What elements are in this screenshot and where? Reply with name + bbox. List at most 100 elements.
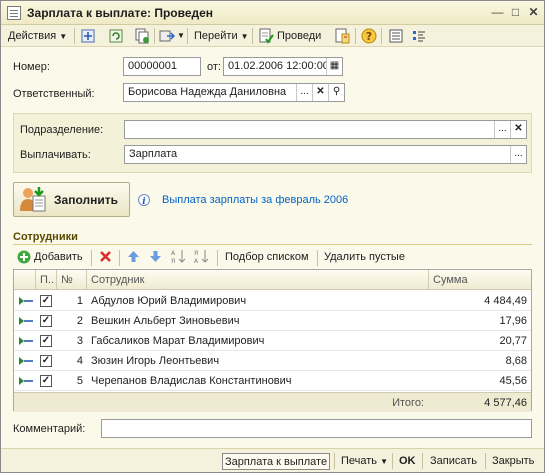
table-row[interactable]: ✓ 2 Вешкин Альберт Зиновьевич 17,96 [14,311,531,331]
search-icon[interactable]: ⚲ [328,84,344,101]
bottom-bar: Зарплата к выплате Печать ▼ OK Записать … [1,448,544,472]
total-value: 4 577,46 [484,397,527,409]
responsible-value: Борисова Надежда Даниловна [128,86,287,98]
row-checkbox[interactable]: ✓ [40,315,52,327]
date-value: 01.02.2006 12:00:00 [228,60,329,72]
actions-label: Действия [8,30,57,42]
toolbar-separator [119,250,120,266]
comment-field[interactable] [101,419,532,438]
move-icon[interactable] [159,28,175,44]
info-link[interactable]: Выплата зарплаты за февраль 2006 [162,194,348,206]
settings-panel: Подразделение: ... ✕ Выплачивать: Зарпла… [13,113,532,173]
number-field[interactable]: 00000001 [123,57,201,76]
row-sum: 17,96 [499,315,527,327]
sort-ascending-icon[interactable]: AЯ [171,249,187,264]
select-ellipsis-icon[interactable]: ... [510,146,526,163]
row-checkbox[interactable]: ✓ [40,355,52,367]
date-field[interactable]: 01.02.2006 12:00:00 ▦ [223,57,343,76]
row-employee: Габсаликов Марат Владимирович [91,335,265,347]
row-checkbox[interactable]: ✓ [40,335,52,347]
delete-empty-button[interactable]: Удалить пустые [324,251,405,263]
responsible-field[interactable]: Борисова Надежда Даниловна ... ✕ ⚲ [123,83,345,102]
employees-table[interactable]: П.. № Сотрудник Сумма ✓ 1 Абдулов Юрий В… [13,269,532,412]
row-sum: 20,77 [499,335,527,347]
column-header-flag[interactable]: П.. [36,270,57,290]
division-field[interactable]: ... ✕ [124,120,527,139]
close-icon[interactable]: ✕ [526,5,541,20]
row-checkbox[interactable]: ✓ [40,295,52,307]
division-label: Подразделение: [20,124,104,136]
toolbar-separator [252,28,253,44]
table-row[interactable]: ✓ 1 Абдулов Юрий Владимирович 4 484,49 [14,291,531,311]
info-icon: i [138,194,150,206]
minimize-icon[interactable]: ― [490,5,505,20]
window-title: Зарплата к выплате: Проведен [27,6,214,20]
add-button[interactable]: Добавить [34,251,83,263]
table-row[interactable]: ✓ 5 Черепанов Владислав Константинович 4… [14,371,531,391]
toolbar-separator [217,250,218,266]
structure-icon[interactable] [80,28,96,44]
row-employee: Зюзин Игорь Леонтьевич [91,355,220,367]
row-marker-icon [19,357,33,365]
column-header-icon[interactable] [14,270,36,290]
move-up-icon[interactable] [127,250,140,263]
calendar-icon[interactable]: ▦ [326,58,342,75]
post-button[interactable]: Проведи [277,28,321,44]
ok-button[interactable]: OK [399,453,416,470]
document-window: Зарплата к выплате: Проведен ― □ ✕ Дейст… [0,0,545,473]
section-divider [13,244,532,245]
settings-list-icon[interactable] [411,28,427,44]
row-num: 4 [76,355,83,367]
delete-icon[interactable] [99,250,112,263]
close-button[interactable]: Закрыть [492,453,534,470]
column-header-employee[interactable]: Сотрудник [87,270,429,290]
dropdown-arrow-icon: ▼ [240,32,249,41]
add-icon[interactable] [17,250,31,264]
fill-button-label: Заполнить [54,193,118,207]
help-icon[interactable]: ? [361,28,377,44]
row-sum: 8,68 [505,355,527,367]
sort-descending-icon[interactable]: ЯA [194,249,210,264]
copy-icon[interactable] [134,28,150,44]
select-list-button[interactable]: Подбор списком [225,251,309,263]
pay-label: Выплачивать: [20,149,91,161]
row-sum: 4 484,49 [484,295,527,307]
move-down-icon[interactable] [149,250,162,263]
table-row[interactable]: ✓ 3 Габсаликов Марат Владимирович 20,77 [14,331,531,351]
row-checkbox[interactable]: ✓ [40,375,52,387]
post-movements-icon[interactable] [334,28,350,44]
column-header-sum[interactable]: Сумма [429,270,531,290]
goto-menu[interactable]: Перейти ▼ [194,28,249,44]
row-employee: Вешкин Альберт Зиновьевич [91,315,240,327]
row-marker-icon [19,377,33,385]
clear-icon[interactable]: ✕ [510,121,526,138]
row-employee: Черепанов Владислав Константинович [91,375,292,387]
pay-field[interactable]: Зарплата ... [124,145,527,164]
maximize-icon[interactable]: □ [508,5,523,20]
toolbar-separator [355,28,356,44]
actions-menu[interactable]: Действия ▼ [8,28,67,44]
toolbar-separator [74,28,75,44]
column-header-num[interactable]: № [57,270,87,290]
fill-people-icon [20,187,46,212]
svg-text:A: A [194,258,199,264]
select-ellipsis-icon[interactable]: ... [494,121,510,138]
print-form-button[interactable]: Зарплата к выплате [222,453,330,470]
list-view-icon[interactable] [388,28,404,44]
post-document-icon[interactable] [258,28,274,44]
save-button[interactable]: Записать [430,453,477,470]
fill-button[interactable]: Заполнить [13,182,130,217]
dropdown-arrow-icon[interactable]: ▼ [177,28,185,44]
select-ellipsis-icon[interactable]: ... [296,84,312,101]
refresh-icon[interactable] [108,28,124,44]
row-marker-icon [19,337,33,345]
employees-section-title: Сотрудники [13,231,78,243]
dropdown-arrow-icon: ▼ [380,457,389,466]
toolbar-separator [392,453,393,469]
svg-text:A: A [171,250,176,257]
print-menu[interactable]: Печать ▼ [341,453,388,470]
print-label: Печать [341,455,378,467]
goto-label: Перейти [194,30,238,42]
clear-icon[interactable]: ✕ [312,84,328,101]
table-row[interactable]: ✓ 4 Зюзин Игорь Леонтьевич 8,68 [14,351,531,371]
